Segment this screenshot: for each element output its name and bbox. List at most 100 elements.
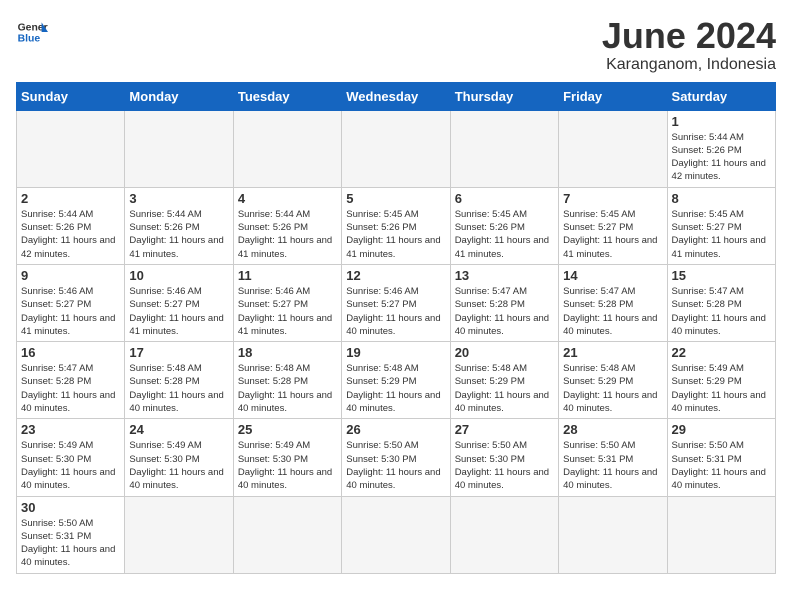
day-number: 16 [21,345,120,360]
day-info: Sunrise: 5:46 AM Sunset: 5:27 PM Dayligh… [129,285,228,338]
title-block: June 2024 Karanganom, Indonesia [602,16,776,74]
calendar-day-cell [233,496,341,573]
day-number: 14 [563,268,662,283]
calendar-day-cell: 14 Sunrise: 5:47 AM Sunset: 5:28 PM Dayli… [559,264,667,341]
day-number: 12 [346,268,445,283]
day-info: Sunrise: 5:50 AM Sunset: 5:31 PM Dayligh… [563,439,662,492]
day-number: 4 [238,191,337,206]
day-info: Sunrise: 5:50 AM Sunset: 5:31 PM Dayligh… [21,517,120,570]
day-info: Sunrise: 5:45 AM Sunset: 5:26 PM Dayligh… [455,208,554,261]
calendar-day-cell: 19Sunrise: 5:48 AM Sunset: 5:29 PM Dayli… [342,342,450,419]
calendar-day-cell: 13Sunrise: 5:47 AM Sunset: 5:28 PM Dayli… [450,264,558,341]
calendar-day-cell [125,496,233,573]
day-number: 23 [21,422,120,437]
day-info: Sunrise: 5:46 AM Sunset: 5:27 PM Dayligh… [238,285,337,338]
week-row-5: 23 Sunrise: 5:49 AM Sunset: 5:30 PM Dayli… [17,419,776,496]
week-row-3: 9 Sunrise: 5:46 AM Sunset: 5:27 PM Daylig… [17,264,776,341]
day-info: Sunrise: 5:50 AM Sunset: 5:30 PM Dayligh… [455,439,554,492]
calendar-day-cell: 29 Sunrise: 5:50 AM Sunset: 5:31 PM Dayli… [667,419,775,496]
svg-text:Blue: Blue [18,34,41,45]
week-row-4: 16 Sunrise: 5:47 AM Sunset: 5:28 PM Dayli… [17,342,776,419]
calendar-day-cell: 7Sunrise: 5:45 AM Sunset: 5:27 PM Daylig… [559,187,667,264]
logo: General Blue [16,16,48,48]
day-info: Sunrise: 5:47 AM Sunset: 5:28 PM Dayligh… [563,285,662,338]
calendar-day-cell [667,496,775,573]
calendar-day-cell: 23 Sunrise: 5:49 AM Sunset: 5:30 PM Dayli… [17,419,125,496]
calendar-day-cell: 5 Sunrise: 5:45 AM Sunset: 5:26 PM Daylig… [342,187,450,264]
day-info: Sunrise: 5:49 AM Sunset: 5:29 PM Dayligh… [672,362,771,415]
day-number: 19 [346,345,445,360]
calendar-day-cell: 30 Sunrise: 5:50 AM Sunset: 5:31 PM Dayli… [17,496,125,573]
calendar-day-cell: 10 Sunrise: 5:46 AM Sunset: 5:27 PM Dayli… [125,264,233,341]
day-number: 6 [455,191,554,206]
day-info: Sunrise: 5:47 AM Sunset: 5:28 PM Dayligh… [672,285,771,338]
day-number: 24 [129,422,228,437]
calendar-day-cell: 25 Sunrise: 5:49 AM Sunset: 5:30 PM Dayli… [233,419,341,496]
calendar-day-cell [450,110,558,187]
day-info: Sunrise: 5:50 AM Sunset: 5:31 PM Dayligh… [672,439,771,492]
calendar-day-cell: 6 Sunrise: 5:45 AM Sunset: 5:26 PM Daylig… [450,187,558,264]
day-number: 20 [455,345,554,360]
header-thursday: Thursday [450,82,558,110]
header-sunday: Sunday [17,82,125,110]
header-tuesday: Tuesday [233,82,341,110]
calendar-day-cell: 4Sunrise: 5:44 AM Sunset: 5:26 PM Daylig… [233,187,341,264]
day-info: Sunrise: 5:48 AM Sunset: 5:29 PM Dayligh… [563,362,662,415]
day-number: 28 [563,422,662,437]
header-wednesday: Wednesday [342,82,450,110]
calendar-day-cell: 17Sunrise: 5:48 AM Sunset: 5:28 PM Dayli… [125,342,233,419]
day-number: 17 [129,345,228,360]
day-info: Sunrise: 5:48 AM Sunset: 5:29 PM Dayligh… [455,362,554,415]
calendar-day-cell: 26 Sunrise: 5:50 AM Sunset: 5:30 PM Dayli… [342,419,450,496]
location-subtitle: Karanganom, Indonesia [602,56,776,74]
month-title: June 2024 [602,16,776,56]
day-info: Sunrise: 5:47 AM Sunset: 5:28 PM Dayligh… [21,362,120,415]
day-info: Sunrise: 5:44 AM Sunset: 5:26 PM Dayligh… [129,208,228,261]
day-number: 1 [672,114,771,129]
day-info: Sunrise: 5:44 AM Sunset: 5:26 PM Dayligh… [672,131,771,184]
calendar-day-cell [342,110,450,187]
day-number: 3 [129,191,228,206]
calendar-day-cell [17,110,125,187]
day-info: Sunrise: 5:44 AM Sunset: 5:26 PM Dayligh… [21,208,120,261]
day-number: 25 [238,422,337,437]
day-number: 5 [346,191,445,206]
calendar-day-cell: 8Sunrise: 5:45 AM Sunset: 5:27 PM Daylig… [667,187,775,264]
calendar-day-cell [125,110,233,187]
day-number: 9 [21,268,120,283]
day-info: Sunrise: 5:45 AM Sunset: 5:26 PM Dayligh… [346,208,445,261]
day-number: 8 [672,191,771,206]
weekday-header-row: Sunday Monday Tuesday Wednesday Thursday… [17,82,776,110]
calendar-day-cell: 9 Sunrise: 5:46 AM Sunset: 5:27 PM Daylig… [17,264,125,341]
calendar-day-cell: 24 Sunrise: 5:49 AM Sunset: 5:30 PM Dayli… [125,419,233,496]
calendar-table: Sunday Monday Tuesday Wednesday Thursday… [16,82,776,574]
calendar-day-cell: 12Sunrise: 5:46 AM Sunset: 5:27 PM Dayli… [342,264,450,341]
day-info: Sunrise: 5:49 AM Sunset: 5:30 PM Dayligh… [238,439,337,492]
day-number: 27 [455,422,554,437]
header-saturday: Saturday [667,82,775,110]
day-number: 15 [672,268,771,283]
day-info: Sunrise: 5:49 AM Sunset: 5:30 PM Dayligh… [21,439,120,492]
calendar-day-cell: 15 Sunrise: 5:47 AM Sunset: 5:28 PM Dayli… [667,264,775,341]
calendar-day-cell: 11Sunrise: 5:46 AM Sunset: 5:27 PM Dayli… [233,264,341,341]
day-number: 7 [563,191,662,206]
day-number: 13 [455,268,554,283]
day-info: Sunrise: 5:50 AM Sunset: 5:30 PM Dayligh… [346,439,445,492]
day-number: 29 [672,422,771,437]
calendar-day-cell: 1 Sunrise: 5:44 AM Sunset: 5:26 PM Daylig… [667,110,775,187]
day-info: Sunrise: 5:46 AM Sunset: 5:27 PM Dayligh… [21,285,120,338]
day-info: Sunrise: 5:49 AM Sunset: 5:30 PM Dayligh… [129,439,228,492]
calendar-day-cell [559,110,667,187]
day-number: 30 [21,500,120,515]
calendar-day-cell: 18Sunrise: 5:48 AM Sunset: 5:28 PM Dayli… [233,342,341,419]
week-row-2: 2Sunrise: 5:44 AM Sunset: 5:26 PM Daylig… [17,187,776,264]
calendar-day-cell: 16 Sunrise: 5:47 AM Sunset: 5:28 PM Dayli… [17,342,125,419]
day-number: 26 [346,422,445,437]
calendar-day-cell: 2Sunrise: 5:44 AM Sunset: 5:26 PM Daylig… [17,187,125,264]
day-number: 21 [563,345,662,360]
day-number: 10 [129,268,228,283]
week-row-1: 1 Sunrise: 5:44 AM Sunset: 5:26 PM Daylig… [17,110,776,187]
day-number: 22 [672,345,771,360]
page-header: General Blue June 2024 Karanganom, Indon… [16,16,776,74]
calendar-day-cell: 22 Sunrise: 5:49 AM Sunset: 5:29 PM Dayli… [667,342,775,419]
